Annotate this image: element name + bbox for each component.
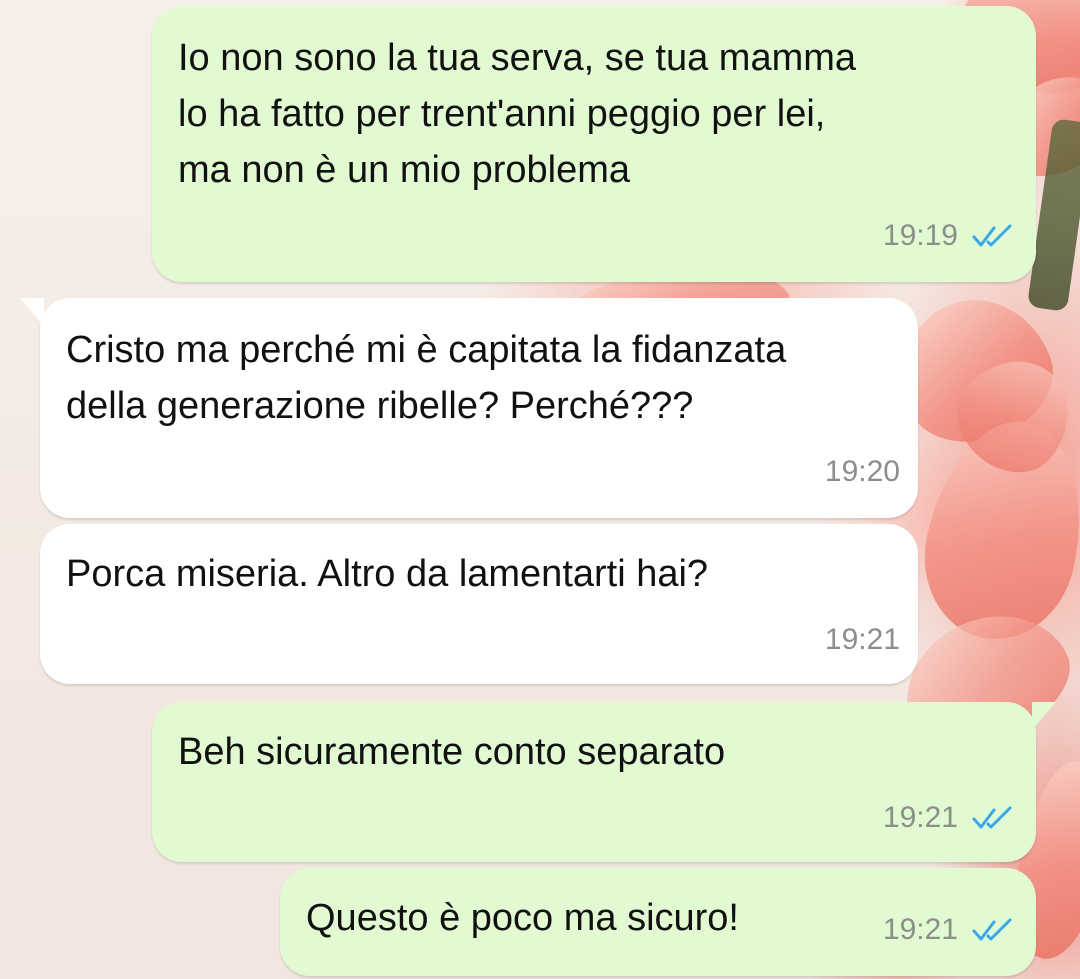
message-time: 19:21	[882, 801, 958, 834]
message-text: Cristo ma perché mi è capitata la fidanz…	[66, 329, 787, 427]
chat-messages: Io non sono la tua serva, se tua mamma l…	[0, 0, 1080, 979]
message-text: Porca miseria. Altro da lamentarti hai?	[66, 553, 709, 595]
message-meta: 19:19	[883, 208, 1014, 264]
message-time: 19:21	[824, 623, 900, 656]
message-meta: 19:20	[825, 444, 900, 500]
bubble-tail	[1032, 702, 1056, 730]
message-time: 19:21	[882, 913, 958, 946]
message-text: Questo è poco ma sicuro!	[306, 897, 739, 939]
message-time: 19:19	[882, 219, 958, 252]
double-check-icon	[972, 224, 1012, 247]
double-check-icon	[972, 806, 1012, 829]
message-bubble-incoming[interactable]: Porca miseria. Altro da lamentarti hai? …	[40, 524, 918, 684]
message-text: Beh sicuramente conto separato	[178, 731, 726, 773]
message-meta: 19:21	[883, 790, 1014, 846]
message-meta: 19:21	[825, 612, 900, 668]
bubble-tail	[20, 298, 44, 326]
message-bubble-outgoing[interactable]: Io non sono la tua serva, se tua mamma l…	[152, 6, 1036, 282]
message-meta: 19:21	[883, 902, 1014, 958]
message-bubble-outgoing[interactable]: Beh sicuramente conto separato 19:21	[152, 702, 1056, 862]
double-check-icon	[972, 918, 1012, 941]
message-bubble-incoming[interactable]: Cristo ma perché mi è capitata la fidanz…	[20, 298, 918, 518]
message-text: Io non sono la tua serva, se tua mamma l…	[178, 37, 857, 191]
message-time: 19:20	[824, 455, 900, 488]
message-bubble-outgoing[interactable]: Questo è poco ma sicuro! 19:21	[280, 868, 1036, 976]
